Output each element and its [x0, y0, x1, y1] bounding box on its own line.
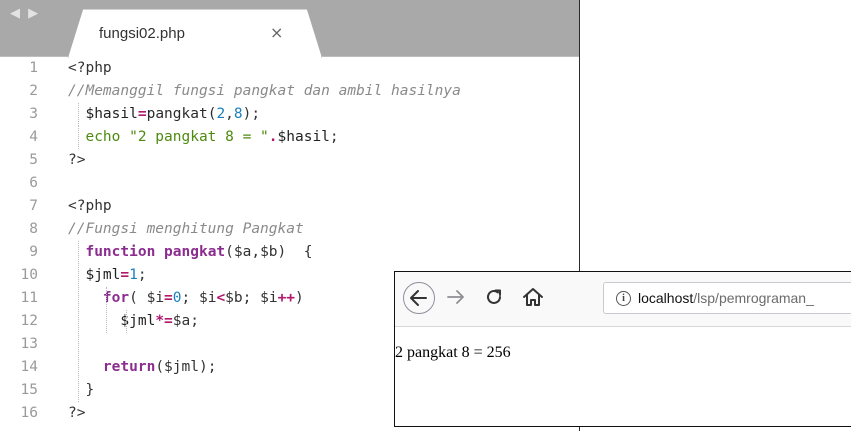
code-token: ( $i: [129, 290, 165, 306]
code-token: //Fungsi menghitung Pangkat: [68, 221, 304, 237]
code-token: $hasil: [85, 106, 138, 122]
code-token: $a;: [172, 313, 199, 329]
code-token: $hasil: [277, 129, 330, 145]
code-token: <?php: [68, 60, 112, 76]
code-token: .: [268, 129, 278, 145]
line-number: 5: [29, 152, 38, 168]
browser-window: i localhost/lsp/pemrograman_ 2 pangkat 8…: [394, 271, 851, 427]
line-number: 1: [29, 60, 38, 76]
url-host: localhost: [638, 290, 694, 306]
code-token: =: [120, 267, 130, 283]
code-line: $jml=1;: [68, 264, 147, 287]
code-line: ?>: [68, 402, 85, 425]
line-number: 16: [20, 405, 38, 421]
code-token: ($a,$b) {: [225, 244, 313, 260]
indent-guide: [106, 287, 107, 333]
line-number-gutter: 1 2 3 4 5 6 7 8 9 10 11 12 13 14 15 16: [0, 57, 48, 431]
code-token: ;: [137, 267, 147, 283]
code-token: ): [295, 290, 304, 306]
code-token: $b; $i: [225, 290, 278, 306]
code-token: );: [242, 106, 261, 122]
code-token: =: [137, 106, 147, 122]
line-number: 4: [29, 129, 38, 145]
indent-guide: [78, 241, 79, 402]
code-token: return: [102, 359, 156, 375]
tab-fungsi02[interactable]: fungsi02.php ×: [68, 9, 322, 58]
url-bar[interactable]: i localhost/lsp/pemrograman_: [603, 282, 851, 314]
code-line: //Fungsi menghitung Pangkat: [68, 218, 304, 241]
code-line: $jml*=$a;: [68, 310, 199, 333]
indent-guide: [78, 103, 79, 126]
line-number: 14: [20, 359, 38, 375]
code-token: ?>: [68, 405, 86, 421]
close-icon[interactable]: ×: [270, 23, 283, 42]
line-number: 11: [20, 290, 38, 306]
line-number: 7: [29, 198, 38, 214]
code-line: return($jml);: [68, 356, 217, 379]
code-line: <?php: [68, 195, 112, 218]
indent-guide: [126, 310, 127, 333]
code-token: ;: [329, 129, 339, 145]
code-line: <?php: [68, 57, 112, 80]
code-token: <: [216, 290, 226, 306]
code-line: }: [68, 379, 94, 402]
code-token: 0: [172, 290, 182, 306]
code-token: $jml: [85, 267, 121, 283]
code-line: echo "2 pangkat 8 = ".$hasil;: [68, 126, 339, 149]
code-token: //Memanggil fungsi pangkat dan ambil has…: [68, 83, 461, 99]
code-line: function pangkat($a,$b) {: [68, 241, 312, 264]
line-number: 9: [29, 244, 38, 260]
code-token: "2 pangkat 8 = ": [129, 129, 269, 145]
code-token: ; $i: [181, 290, 217, 306]
code-token: ($jml);: [155, 359, 217, 375]
code-line: //Memanggil fungsi pangkat dan ambil has…: [68, 80, 461, 103]
info-icon[interactable]: i: [616, 291, 631, 306]
browser-toolbar: i localhost/lsp/pemrograman_: [395, 272, 851, 327]
code-token: ?>: [68, 152, 86, 168]
page-output-text: 2 pangkat 8 = 256: [395, 344, 511, 361]
line-number: 3: [29, 106, 38, 122]
line-number: 6: [29, 175, 38, 191]
tab-nav-arrows-icon[interactable]: ◀ ▶: [10, 6, 40, 21]
code-token: }: [68, 382, 95, 398]
forward-arrow-icon[interactable]: [445, 286, 467, 308]
code-token: ++: [277, 290, 296, 306]
code-token: *=: [155, 313, 173, 329]
line-number: 8: [29, 221, 38, 237]
code-token: 8: [233, 106, 243, 122]
line-number: 2: [29, 83, 38, 99]
code-token: pangkat(: [146, 106, 217, 122]
url-text: localhost/lsp/pemrograman_: [638, 290, 814, 306]
code-token: 1: [129, 267, 138, 283]
url-path: /lsp/pemrograman_: [693, 290, 814, 306]
line-number: 15: [20, 382, 38, 398]
code-token: function: [85, 244, 156, 260]
line-number: 10: [20, 267, 38, 283]
code-line: for( $i=0; $i<$b; $i++): [68, 287, 304, 310]
code-token: ,: [225, 106, 234, 122]
code-token: =: [164, 290, 173, 306]
back-arrow-icon[interactable]: [403, 282, 435, 314]
line-number: 12: [20, 313, 38, 329]
tab-label: fungsi02.php: [99, 25, 185, 42]
code-line: ?>: [68, 149, 85, 172]
reload-icon[interactable]: [483, 286, 505, 308]
code-token: <?php: [68, 198, 112, 214]
home-icon[interactable]: [521, 285, 545, 309]
tab-bar: ◀ ▶ fungsi02.php ×: [0, 0, 579, 58]
indent-guide: [78, 126, 79, 149]
code-line: $hasil=pangkat(2,8);: [68, 103, 260, 126]
code-token: 2: [216, 106, 226, 122]
code-token: pangkat: [164, 244, 226, 260]
line-number: 13: [20, 336, 38, 352]
